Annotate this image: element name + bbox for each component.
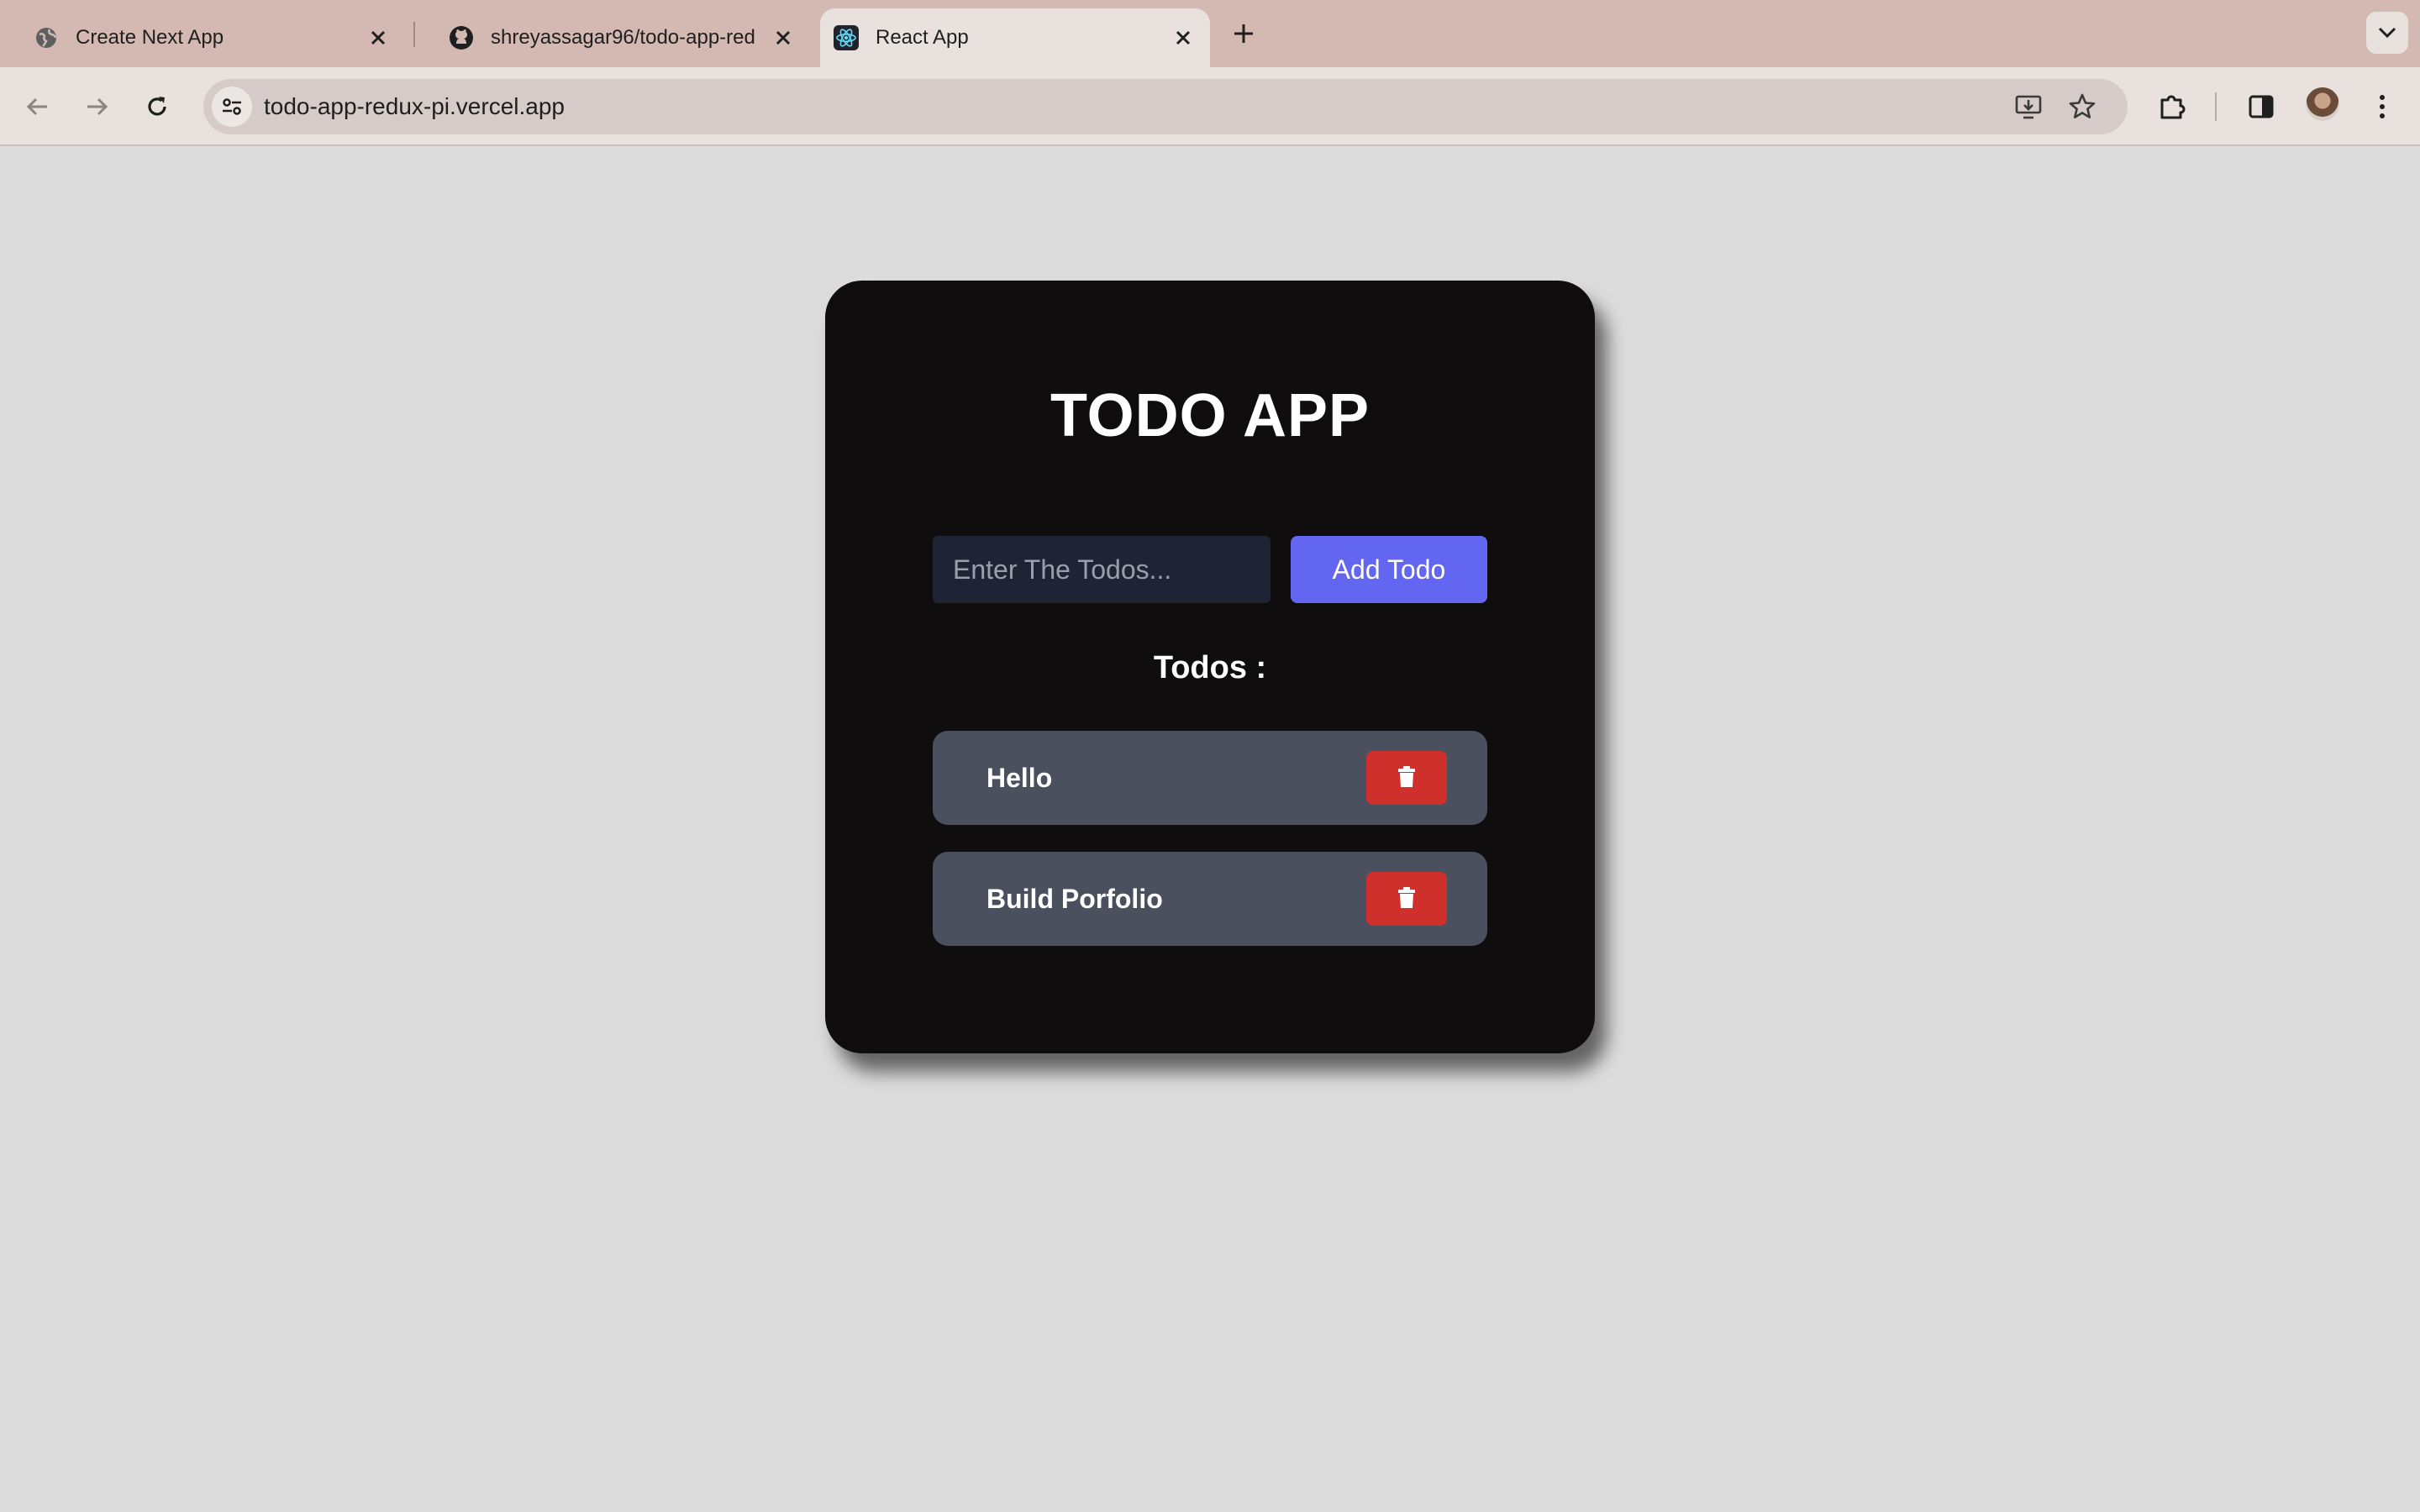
react-icon — [834, 25, 859, 50]
tab-search-button[interactable] — [2366, 12, 2408, 54]
todo-item: Build Porfolio — [933, 852, 1487, 946]
extensions-icon[interactable] — [2153, 87, 2191, 126]
tab-title: React App — [876, 26, 969, 49]
todo-text: Hello — [986, 763, 1053, 793]
profile-avatar[interactable] — [2306, 87, 2339, 121]
todo-input[interactable] — [933, 536, 1270, 603]
add-todo-button[interactable]: Add Todo — [1291, 536, 1487, 603]
tab-github-repo[interactable]: shreyassagar96/todo-app-red — [415, 8, 810, 67]
delete-todo-button[interactable] — [1366, 751, 1447, 805]
tab-react-app[interactable]: React App — [820, 8, 1210, 67]
bookmark-star-icon[interactable] — [2064, 88, 2101, 125]
tab-title: Create Next App — [76, 26, 224, 49]
todos-heading: Todos : — [1153, 650, 1267, 685]
menu-icon[interactable] — [2363, 87, 2402, 126]
close-icon[interactable] — [768, 23, 798, 53]
new-tab-button[interactable] — [1225, 15, 1262, 52]
page-viewport: TODO APP Add Todo Todos : Hello Build Po… — [0, 146, 2420, 1512]
toolbar-divider — [2215, 92, 2217, 121]
tab-strip: Create Next App shreyassagar96/todo-app-… — [0, 0, 2420, 67]
forward-button[interactable] — [77, 87, 116, 126]
github-icon — [449, 25, 474, 50]
reload-button[interactable] — [138, 87, 176, 126]
todo-card: TODO APP Add Todo Todos : Hello Build Po… — [825, 281, 1595, 1053]
todo-item: Hello — [933, 731, 1487, 825]
close-icon[interactable] — [363, 23, 393, 53]
address-bar[interactable]: todo-app-redux-pi.vercel.app — [203, 79, 2128, 134]
site-info-icon[interactable] — [212, 87, 252, 127]
delete-todo-button[interactable] — [1366, 872, 1447, 926]
browser-toolbar: todo-app-redux-pi.vercel.app — [0, 67, 2420, 146]
todo-list: Hello Build Porfolio — [933, 731, 1487, 973]
install-app-icon[interactable] — [2010, 88, 2047, 125]
tab-create-next-app[interactable]: Create Next App — [0, 8, 405, 67]
todo-text: Build Porfolio — [986, 884, 1163, 914]
tab-title: shreyassagar96/todo-app-red — [491, 26, 755, 49]
globe-icon — [34, 25, 59, 50]
trash-icon — [1397, 886, 1416, 911]
side-panel-icon[interactable] — [2242, 87, 2281, 126]
close-icon[interactable] — [1168, 23, 1198, 53]
trash-icon — [1397, 765, 1416, 790]
url-text[interactable]: todo-app-redux-pi.vercel.app — [264, 79, 565, 134]
app-title: TODO APP — [1050, 382, 1370, 449]
back-button[interactable] — [18, 87, 57, 126]
